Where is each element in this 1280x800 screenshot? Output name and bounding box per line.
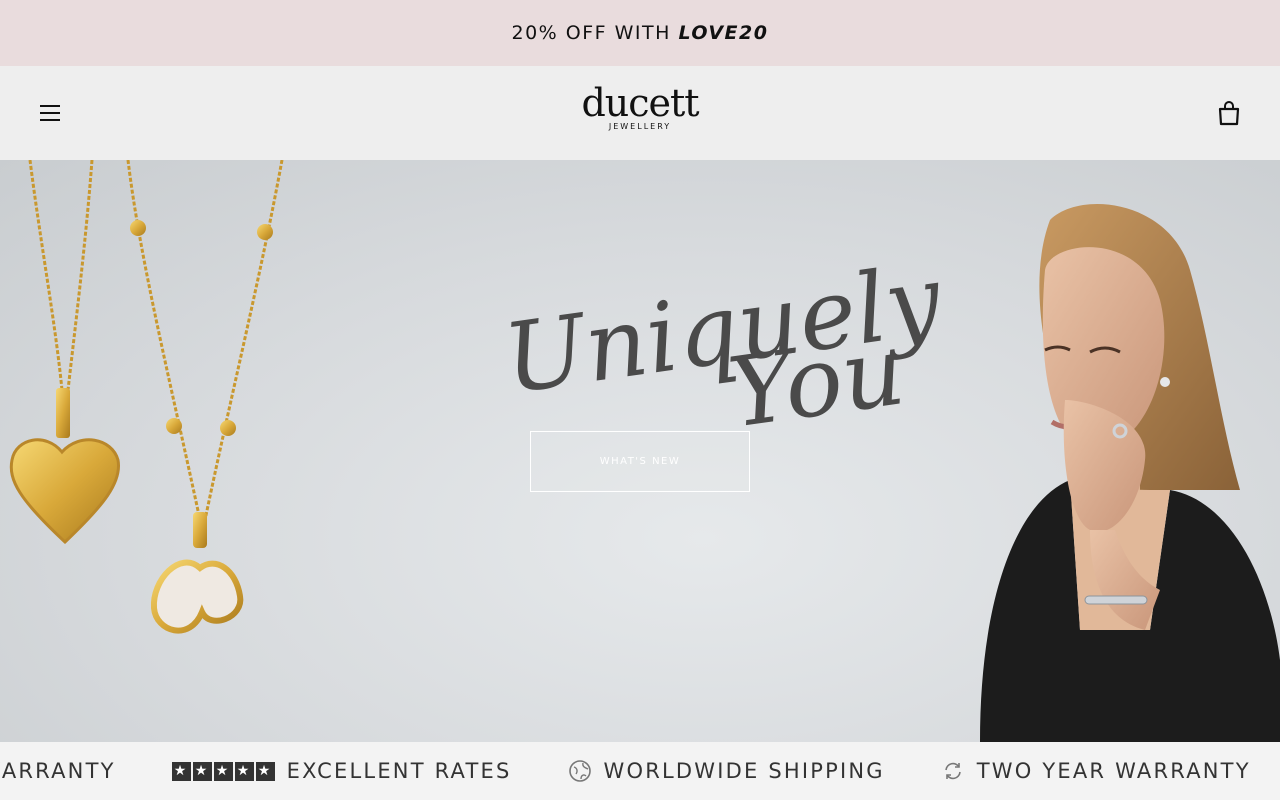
- ticker-item-label: EXCELLENT RATES: [286, 759, 512, 783]
- hamburger-menu-icon[interactable]: [40, 104, 64, 122]
- site-header: ducett JEWELLERY: [0, 66, 1280, 160]
- shopping-bag-icon[interactable]: [1216, 100, 1242, 126]
- ticker-item-label: WARRANTY: [0, 759, 116, 783]
- whats-new-label: WHAT'S NEW: [599, 456, 681, 467]
- ticker-item-label: TWO YEAR WARRANTY: [976, 759, 1251, 783]
- globe-icon: [568, 759, 592, 783]
- announcement-bar: 20% OFF WITH LOVE20: [0, 0, 1280, 66]
- model-photo: [980, 204, 1280, 742]
- whats-new-button[interactable]: WHAT'S NEW: [530, 431, 750, 492]
- announcement-text: 20% OFF WITH LOVE20: [512, 22, 769, 44]
- ticker-track: WARRANTY ★★★★★ EXCELLENT RATES WORLDWIDE…: [0, 742, 1280, 800]
- ticker-item: ★ ★ ★ ★ ★ EXCELLENT RATES: [171, 759, 512, 783]
- ticker-item: TWO YEAR WARRANTY: [941, 759, 1251, 783]
- ticker-item: WARRANTY: [0, 759, 116, 783]
- uniquely-you-script: Uniquely You: [497, 243, 949, 430]
- ticker-item: WORLDWIDE SHIPPING: [568, 759, 885, 783]
- logo-wordmark: ducett: [581, 81, 699, 125]
- gold-necklaces-image: [9, 160, 284, 634]
- ticker-item-label: WORLDWIDE SHIPPING: [603, 759, 885, 783]
- refresh-icon: [941, 759, 965, 783]
- discount-code: LOVE20: [678, 22, 769, 44]
- stars-icon: ★ ★ ★ ★ ★: [171, 761, 275, 781]
- hero-banner[interactable]: Uniquely You WHAT'S NEW: [0, 160, 1280, 742]
- brand-logo[interactable]: ducett JEWELLERY: [581, 81, 699, 131]
- announcement-prefix: 20% OFF WITH: [511, 22, 679, 44]
- trust-ticker: WARRANTY ★★★★★ EXCELLENT RATES WORLDWIDE…: [0, 742, 1280, 800]
